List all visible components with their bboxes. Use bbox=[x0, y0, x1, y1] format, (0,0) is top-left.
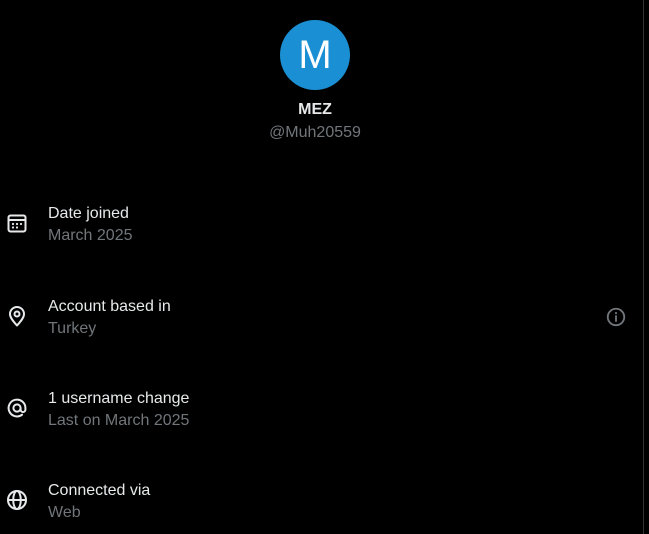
info-row-connected-via: Connected via Web bbox=[0, 480, 640, 530]
avatar-letter: M bbox=[298, 33, 332, 77]
at-sign-icon bbox=[5, 396, 29, 420]
row-value: Last on March 2025 bbox=[48, 412, 190, 429]
calendar-icon bbox=[5, 211, 29, 235]
row-value: Web bbox=[48, 504, 81, 521]
profile-header: M MEZ @Muh20559 bbox=[0, 20, 630, 143]
info-row-account-based-in: Account based in Turkey bbox=[0, 296, 640, 346]
avatar[interactable]: M bbox=[280, 20, 350, 90]
info-row-username-change: 1 username change Last on March 2025 bbox=[0, 388, 640, 438]
username-handle: @Muh20559 bbox=[269, 124, 361, 141]
location-pin-icon bbox=[5, 304, 29, 328]
info-icon[interactable] bbox=[605, 306, 627, 328]
info-row-date-joined: Date joined March 2025 bbox=[0, 203, 640, 253]
row-value: March 2025 bbox=[48, 227, 133, 244]
globe-icon bbox=[5, 488, 29, 512]
row-label: Account based in bbox=[48, 298, 171, 315]
panel-border bbox=[643, 0, 644, 534]
row-label: Date joined bbox=[48, 205, 129, 222]
row-label: Connected via bbox=[48, 482, 151, 499]
row-label: 1 username change bbox=[48, 390, 190, 407]
display-name: MEZ bbox=[298, 101, 332, 118]
row-value: Turkey bbox=[48, 320, 97, 337]
